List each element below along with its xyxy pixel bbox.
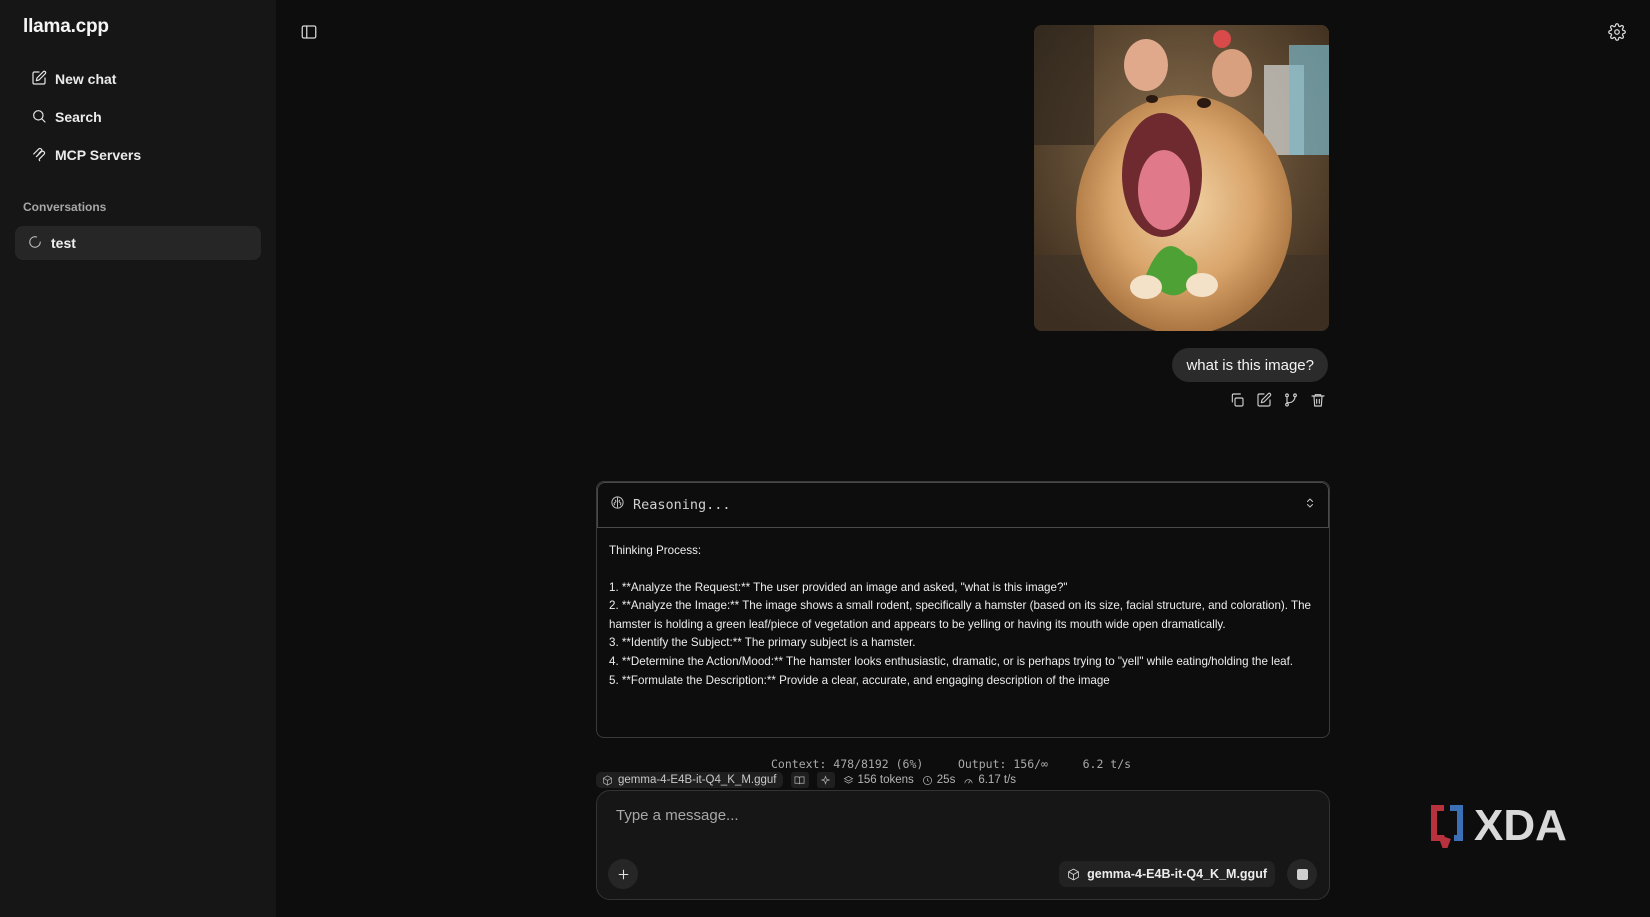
stop-icon — [1296, 868, 1308, 880]
book-icon — [794, 775, 805, 784]
gauge-icon — [964, 778, 973, 783]
chevron-up-down-icon — [1304, 496, 1316, 514]
reasoning-line: 2. **Analyze the Image:** The image show… — [609, 599, 1311, 631]
branch-button[interactable] — [1283, 392, 1299, 408]
duration: 25s — [922, 774, 956, 786]
generation-stats: Context: 478/8192 (6%) Output: 156/∞ 6.2… — [771, 757, 1131, 771]
reasoning-line: 1. **Analyze the Request:** The user pro… — [609, 580, 1068, 594]
mcp-icon — [31, 146, 47, 165]
loading-spinner-icon — [28, 235, 42, 252]
output-stat: Output: 156/∞ — [957, 757, 1048, 771]
add-attachment-button[interactable] — [608, 859, 638, 889]
reasoning-line: 3. **Identify the Subject:** The primary… — [609, 636, 916, 650]
conversations-heading: Conversations — [23, 200, 107, 214]
conversation-label: test — [51, 235, 76, 251]
mcp-servers-label: MCP Servers — [55, 147, 142, 163]
model-chip[interactable]: gemma-4-E4B-it-Q4_K_M.gguf — [596, 772, 783, 788]
search-icon — [31, 108, 47, 127]
trash-icon — [1311, 394, 1325, 407]
copy-icon — [1231, 393, 1244, 407]
sparkle-icon — [820, 774, 831, 785]
reasoning-panel: Reasoning... Thinking Process: 1. **Anal… — [596, 481, 1330, 738]
reasoning-content: Thinking Process: 1. **Analyze the Reque… — [597, 528, 1329, 690]
cube-icon — [603, 774, 612, 786]
mcp-servers-button[interactable]: MCP Servers — [15, 136, 261, 174]
sidebar: llama.cpp New chat Search MCP Servers Co… — [0, 0, 276, 917]
context-stat: Context: 478/8192 (6%) — [771, 757, 924, 771]
app-root: llama.cpp New chat Search MCP Servers Co… — [0, 0, 1650, 917]
message-input[interactable] — [616, 803, 1296, 827]
reasoning-line: 5. **Formulate the Description:** Provid… — [609, 673, 1110, 687]
layers-icon — [843, 775, 853, 784]
chat-main: what is this image? Reasoning... Thinkin… — [276, 0, 1650, 917]
edit-icon — [31, 70, 47, 89]
app-title: llama.cpp — [23, 16, 109, 37]
xda-logo-icon: XDA — [1431, 802, 1567, 848]
book-button[interactable] — [790, 772, 809, 788]
xda-watermark: XDA — [1430, 802, 1590, 848]
search-label: Search — [55, 109, 102, 125]
copy-button[interactable] — [1229, 392, 1245, 408]
reasoning-heading: Thinking Process: — [609, 544, 702, 557]
model-chip-label: gemma-4-E4B-it-Q4_K_M.gguf — [618, 774, 777, 786]
toggle-sidebar-button[interactable] — [300, 23, 318, 41]
edit-message-button[interactable] — [1256, 392, 1272, 408]
user-message-bubble: what is this image? — [1172, 348, 1328, 382]
message-meta-row: gemma-4-E4B-it-Q4_K_M.gguf 156 tokens 25… — [596, 772, 1016, 788]
hamster-image — [1034, 25, 1329, 331]
attached-image-hamster[interactable] — [1034, 25, 1329, 331]
watermark-text: XDA — [1474, 802, 1567, 848]
message-composer: gemma-4-E4B-it-Q4_K_M.gguf — [596, 790, 1330, 900]
delete-button[interactable] — [1310, 392, 1326, 408]
stop-generation-button[interactable] — [1287, 859, 1317, 889]
new-chat-label: New chat — [55, 71, 117, 87]
reasoning-title: Reasoning... — [633, 497, 731, 513]
sidebar-panel-icon — [301, 25, 317, 39]
rate-label: 6.17 t/s — [978, 774, 1017, 786]
speed-stat: 6.2 t/s — [1082, 757, 1132, 771]
conversation-item[interactable]: test — [15, 226, 261, 260]
git-branch-icon — [1285, 393, 1297, 407]
duration-label: 25s — [936, 774, 956, 786]
new-chat-button[interactable]: New chat — [15, 60, 261, 98]
token-count: 156 tokens — [843, 774, 914, 786]
search-button[interactable]: Search — [15, 98, 261, 136]
reasoning-line: 4. **Determine the Action/Mood:** The ha… — [609, 654, 1294, 668]
clock-icon — [922, 775, 932, 785]
reasoning-toggle[interactable]: Reasoning... — [597, 482, 1329, 528]
model-selector[interactable]: gemma-4-E4B-it-Q4_K_M.gguf — [1059, 861, 1275, 887]
plus-icon — [618, 869, 628, 879]
settings-button[interactable] — [1608, 23, 1626, 41]
brain-icon — [610, 495, 625, 515]
gear-icon — [1608, 23, 1626, 41]
sidebar-nav: New chat Search MCP Servers — [15, 60, 261, 174]
edit-icon — [1257, 392, 1272, 407]
token-count-label: 156 tokens — [857, 774, 914, 786]
model-selector-label: gemma-4-E4B-it-Q4_K_M.gguf — [1087, 867, 1267, 881]
cube-icon — [1068, 868, 1079, 880]
rate: 6.17 t/s — [963, 774, 1016, 786]
sparkle-button[interactable] — [816, 772, 835, 788]
message-actions — [1229, 392, 1326, 408]
